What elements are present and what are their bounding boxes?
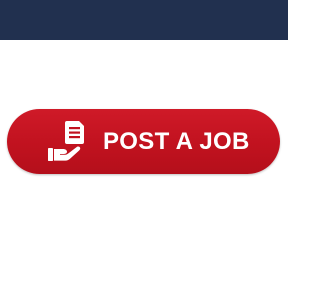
post-a-job-button[interactable]: POST A JOB [7,109,280,174]
page: POST A JOB [0,0,288,288]
hand-holding-document-icon [46,119,88,165]
top-bar [0,0,288,40]
button-label: POST A JOB [103,127,250,155]
